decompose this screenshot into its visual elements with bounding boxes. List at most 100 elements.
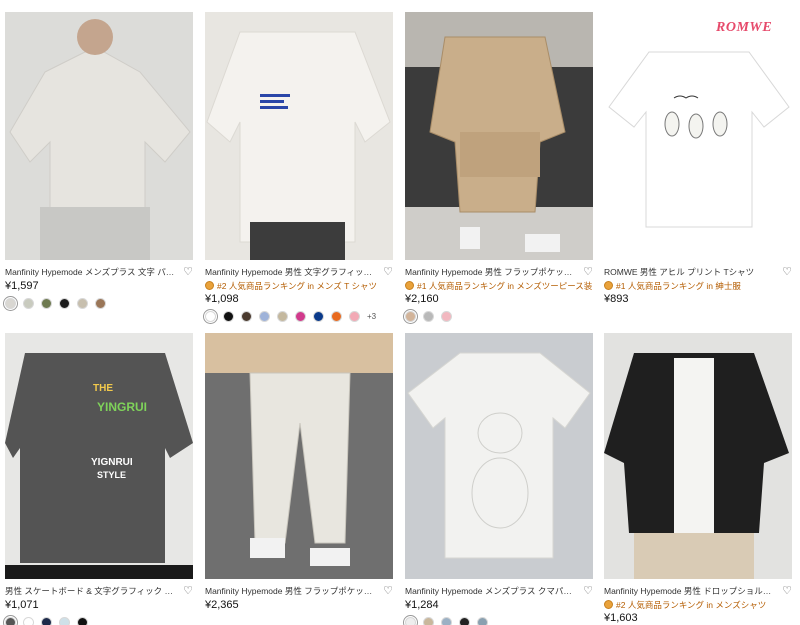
color-swatch[interactable] xyxy=(41,297,52,309)
product-image[interactable] xyxy=(5,12,193,260)
color-swatch[interactable] xyxy=(95,297,106,309)
product-photo xyxy=(604,12,792,260)
heart-icon[interactable]: ♡ xyxy=(183,267,193,278)
color-swatch[interactable] xyxy=(3,614,18,625)
medal-icon xyxy=(604,600,613,609)
heart-icon[interactable]: ♡ xyxy=(583,267,593,278)
ranking-badge[interactable]: #2 人気商品ランキング in メンズ T シャツ xyxy=(205,280,393,291)
brand-logo: ROMWE xyxy=(716,20,773,35)
color-swatches xyxy=(3,614,193,625)
color-swatch[interactable] xyxy=(477,616,488,625)
product-price: ¥2,160 xyxy=(405,293,439,305)
heart-icon[interactable]: ♡ xyxy=(383,267,393,278)
product-photo xyxy=(405,333,593,579)
product-photo xyxy=(5,12,193,260)
color-swatch[interactable] xyxy=(313,310,324,322)
product-title[interactable]: ROMWE 男性 アヒル プリント Tシャツ xyxy=(604,266,776,278)
color-swatch[interactable] xyxy=(441,616,452,625)
heart-icon[interactable]: ♡ xyxy=(183,586,193,597)
color-swatch[interactable] xyxy=(403,308,418,324)
product-image[interactable] xyxy=(405,333,593,579)
color-swatch[interactable] xyxy=(441,310,452,322)
product-title[interactable]: Manfinity Hypemode 男性 フラップポケットサイド ド... xyxy=(205,585,377,597)
product-card[interactable]: Manfinity Hypemode メンズプラス 文字 パッチ付き デ... … xyxy=(3,12,193,311)
product-image[interactable]: THE YINGRUI YIGNRUI STYLE xyxy=(5,333,193,579)
color-swatch[interactable] xyxy=(77,297,88,309)
more-colors-link[interactable]: +3 xyxy=(367,312,376,321)
ranking-badge[interactable]: #1 人気商品ランキング in メンズツーピース装 xyxy=(405,280,593,291)
product-image[interactable] xyxy=(205,12,393,260)
product-card[interactable]: Manfinity Hypemode 男性 文字グラフィック ドロップ... ♡… xyxy=(203,12,393,324)
color-swatch[interactable] xyxy=(23,297,34,309)
color-swatch[interactable] xyxy=(423,616,434,625)
color-swatch[interactable] xyxy=(423,310,434,322)
svg-text:THE: THE xyxy=(93,383,113,394)
product-photo xyxy=(205,12,393,260)
product-title[interactable]: Manfinity Hypemode メンズプラス クマパターン Tシャツ xyxy=(405,585,577,597)
product-image[interactable] xyxy=(604,333,792,579)
product-photo xyxy=(405,12,593,260)
ranking-badge[interactable]: #1 人気商品ランキング in 紳士服 xyxy=(604,280,792,291)
product-price: ¥1,597 xyxy=(5,280,39,292)
ranking-badge[interactable]: #2 人気商品ランキング in メンズシャツ xyxy=(604,599,792,610)
color-swatch[interactable] xyxy=(295,310,306,322)
color-swatch[interactable] xyxy=(223,310,234,322)
color-swatch[interactable] xyxy=(203,308,218,324)
product-grid: Manfinity Hypemode メンズプラス 文字 パッチ付き デ... … xyxy=(0,0,800,625)
color-swatch[interactable] xyxy=(3,295,18,311)
product-photo xyxy=(205,333,393,579)
color-swatch[interactable] xyxy=(241,310,252,322)
color-swatches: +3 xyxy=(203,308,393,324)
heart-icon[interactable]: ♡ xyxy=(782,586,792,597)
color-swatches xyxy=(403,614,593,625)
color-swatch[interactable] xyxy=(331,310,342,322)
color-swatch[interactable] xyxy=(59,297,70,309)
color-swatch[interactable] xyxy=(277,310,288,322)
product-price: ¥1,284 xyxy=(405,599,439,611)
color-swatch[interactable] xyxy=(59,616,70,625)
ranking-text: #2 人気商品ランキング in メンズ T シャツ xyxy=(217,280,377,291)
color-swatches xyxy=(3,295,193,311)
product-title[interactable]: Manfinity Hypemode 男性 文字グラフィック ドロップ... xyxy=(205,266,377,278)
heart-icon[interactable]: ♡ xyxy=(782,267,792,278)
product-price: ¥1,098 xyxy=(205,293,239,305)
product-image[interactable] xyxy=(205,333,393,579)
product-photo: THE YINGRUI YIGNRUI STYLE xyxy=(5,333,193,579)
product-price: ¥2,365 xyxy=(205,599,239,611)
product-price: ¥893 xyxy=(604,293,629,305)
color-swatch[interactable] xyxy=(41,616,52,625)
heart-icon[interactable]: ♡ xyxy=(583,586,593,597)
product-price: ¥1,071 xyxy=(5,599,39,611)
product-card[interactable]: ROMWE ROMWE 男性 アヒル プリント Tシャツ ♡ #1 人気商品ラン… xyxy=(604,12,792,306)
svg-text:YIGNRUI: YIGNRUI xyxy=(91,457,133,468)
svg-text:YINGRUI: YINGRUI xyxy=(97,400,147,414)
heart-icon[interactable]: ♡ xyxy=(383,586,393,597)
color-swatch[interactable] xyxy=(403,614,418,625)
product-title[interactable]: Manfinity Hypemode 男性 フラップポケット シャツ & ... xyxy=(405,266,577,278)
color-swatch[interactable] xyxy=(77,616,88,625)
product-title[interactable]: Manfinity Hypemode メンズプラス 文字 パッチ付き デ... xyxy=(5,266,177,278)
product-image[interactable] xyxy=(405,12,593,260)
medal-icon xyxy=(205,281,214,290)
medal-icon xyxy=(604,281,613,290)
color-swatches xyxy=(403,308,593,324)
product-title[interactable]: 男性 スケートボード & 文字グラフィック ドロップショ... xyxy=(5,585,177,597)
color-swatch[interactable] xyxy=(349,310,360,322)
product-card[interactable]: Manfinity Hypemode 男性 ドロップショルダー サイド... ♡… xyxy=(604,333,792,625)
ranking-text: #2 人気商品ランキング in メンズシャツ xyxy=(616,599,767,610)
product-card[interactable]: Manfinity Hypemode 男性 フラップポケット シャツ & ...… xyxy=(403,12,593,324)
product-image[interactable]: ROMWE xyxy=(604,12,792,260)
ranking-text: #1 人気商品ランキング in 紳士服 xyxy=(616,280,741,291)
ranking-text: #1 人気商品ランキング in メンズツーピース装 xyxy=(417,280,593,291)
color-swatch[interactable] xyxy=(23,616,34,625)
product-card[interactable]: Manfinity Hypemode 男性 フラップポケットサイド ド... ♡… xyxy=(205,333,393,612)
svg-text:STYLE: STYLE xyxy=(97,470,126,480)
medal-icon xyxy=(405,281,414,290)
product-photo xyxy=(604,333,792,579)
product-title[interactable]: Manfinity Hypemode 男性 ドロップショルダー サイド... xyxy=(604,585,776,597)
product-card[interactable]: Manfinity Hypemode メンズプラス クマパターン Tシャツ ♡ … xyxy=(403,333,593,625)
product-card[interactable]: THE YINGRUI YIGNRUI STYLE 男性 スケートボード & 文… xyxy=(3,333,193,625)
color-swatch[interactable] xyxy=(459,616,470,625)
color-swatch[interactable] xyxy=(259,310,270,322)
product-price: ¥1,603 xyxy=(604,612,638,624)
